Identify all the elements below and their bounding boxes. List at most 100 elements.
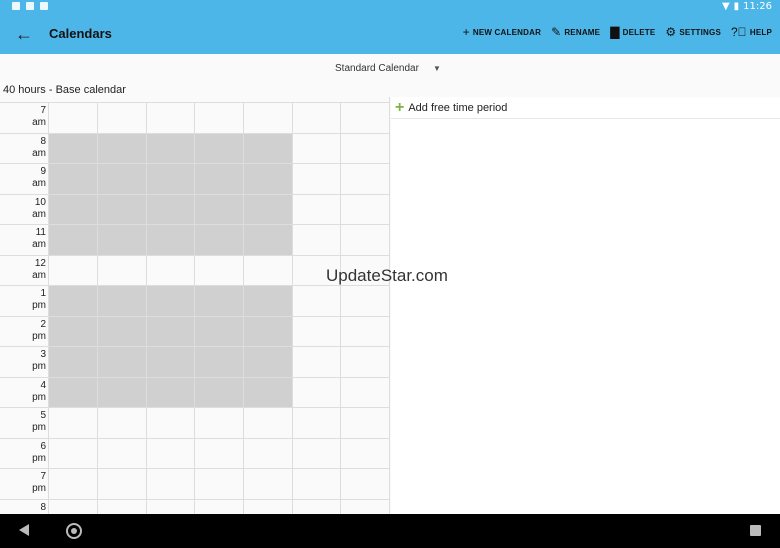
nav-home-icon[interactable] xyxy=(66,523,82,539)
grid-cell[interactable] xyxy=(146,164,196,194)
rename-button[interactable]: ✎ RENAME xyxy=(551,26,600,38)
grid-cell[interactable] xyxy=(194,225,244,255)
grid-cell[interactable] xyxy=(146,225,196,255)
grid-cell[interactable] xyxy=(97,469,146,499)
grid-cell[interactable] xyxy=(97,225,147,255)
grid-cell[interactable] xyxy=(146,377,196,407)
grid-cell[interactable] xyxy=(48,255,97,285)
grid-cell[interactable] xyxy=(146,316,196,346)
grid-cell[interactable] xyxy=(194,164,244,194)
grid-cell[interactable] xyxy=(194,347,244,377)
settings-button[interactable]: ⚙ SETTINGS xyxy=(665,26,721,38)
grid-cell[interactable] xyxy=(97,103,146,133)
grid-cell[interactable] xyxy=(48,164,98,194)
grid-cell[interactable] xyxy=(146,499,195,514)
grid-cell[interactable] xyxy=(243,164,292,194)
grid-cell[interactable] xyxy=(340,316,389,346)
grid-cell[interactable] xyxy=(292,316,341,346)
grid-cell[interactable] xyxy=(243,225,292,255)
grid-cell[interactable] xyxy=(243,469,292,499)
grid-cell[interactable] xyxy=(292,347,341,377)
grid-cell[interactable] xyxy=(97,133,147,163)
delete-button[interactable]: ▇ DELETE xyxy=(610,26,655,38)
grid-cell[interactable] xyxy=(97,408,146,438)
grid-cell[interactable] xyxy=(48,133,98,163)
grid-cell[interactable] xyxy=(243,499,292,514)
grid-cell[interactable] xyxy=(340,103,389,133)
grid-cell[interactable] xyxy=(194,316,244,346)
grid-cell[interactable] xyxy=(194,499,243,514)
help-button[interactable]: ?⃝ HELP xyxy=(731,26,772,38)
nav-recents-icon[interactable] xyxy=(750,525,761,536)
grid-cell[interactable] xyxy=(292,133,341,163)
grid-cell[interactable] xyxy=(340,286,389,316)
grid-cell[interactable] xyxy=(194,133,244,163)
grid-cell[interactable] xyxy=(97,164,147,194)
grid-cell[interactable] xyxy=(146,408,195,438)
grid-cell[interactable] xyxy=(243,377,292,407)
grid-cell[interactable] xyxy=(146,255,195,285)
grid-cell[interactable] xyxy=(243,286,292,316)
grid-cell[interactable] xyxy=(292,286,341,316)
nav-back-icon[interactable] xyxy=(19,524,29,536)
grid-cell[interactable] xyxy=(97,377,147,407)
grid-cell[interactable] xyxy=(146,194,196,224)
grid-cell[interactable] xyxy=(48,408,97,438)
back-arrow-icon[interactable]: ← xyxy=(12,22,36,46)
grid-cell[interactable] xyxy=(146,347,196,377)
grid-cell[interactable] xyxy=(48,286,98,316)
grid-cell[interactable] xyxy=(243,194,292,224)
grid-cell[interactable] xyxy=(340,225,389,255)
grid-cell[interactable] xyxy=(292,194,341,224)
grid-cell[interactable] xyxy=(146,469,195,499)
grid-cell[interactable] xyxy=(243,438,292,468)
grid-cell[interactable] xyxy=(292,438,341,468)
grid-cell[interactable] xyxy=(292,164,341,194)
grid-cell[interactable] xyxy=(243,408,292,438)
new-calendar-button[interactable]: + NEW CALENDAR xyxy=(463,26,541,38)
grid-cell[interactable] xyxy=(194,255,243,285)
time-grid[interactable]: am 7am8am9am10am11am12am1pm2pm3pm4pm5pm6… xyxy=(0,97,390,514)
grid-cell[interactable] xyxy=(146,103,195,133)
calendar-select[interactable]: Standard Calendar ▼ xyxy=(335,63,441,74)
grid-cell[interactable] xyxy=(340,499,389,514)
grid-cell[interactable] xyxy=(48,438,97,468)
grid-cell[interactable] xyxy=(194,438,243,468)
grid-cell[interactable] xyxy=(48,103,97,133)
grid-cell[interactable] xyxy=(292,103,341,133)
grid-cell[interactable] xyxy=(97,255,146,285)
grid-cell[interactable] xyxy=(194,408,243,438)
grid-cell[interactable] xyxy=(243,133,292,163)
grid-cell[interactable] xyxy=(48,377,98,407)
grid-cell[interactable] xyxy=(340,347,389,377)
grid-cell[interactable] xyxy=(340,377,389,407)
grid-cell[interactable] xyxy=(97,286,147,316)
grid-cell[interactable] xyxy=(97,347,147,377)
grid-cell[interactable] xyxy=(340,164,389,194)
grid-cell[interactable] xyxy=(48,499,97,514)
grid-cell[interactable] xyxy=(292,408,341,438)
grid-cell[interactable] xyxy=(194,469,243,499)
grid-cell[interactable] xyxy=(97,316,147,346)
grid-cell[interactable] xyxy=(194,286,244,316)
grid-cell[interactable] xyxy=(194,103,243,133)
grid-cell[interactable] xyxy=(243,316,292,346)
grid-cell[interactable] xyxy=(146,438,195,468)
grid-cell[interactable] xyxy=(48,225,98,255)
grid-cell[interactable] xyxy=(340,438,389,468)
grid-cell[interactable] xyxy=(48,347,98,377)
grid-cell[interactable] xyxy=(243,347,292,377)
grid-cell[interactable] xyxy=(340,408,389,438)
grid-cell[interactable] xyxy=(146,286,196,316)
grid-cell[interactable] xyxy=(48,469,97,499)
grid-cell[interactable] xyxy=(292,469,341,499)
grid-cell[interactable] xyxy=(146,133,196,163)
grid-cell[interactable] xyxy=(97,438,146,468)
grid-cell[interactable] xyxy=(340,469,389,499)
grid-cell[interactable] xyxy=(97,499,146,514)
grid-cell[interactable] xyxy=(194,194,244,224)
add-free-time-button[interactable]: + Add free time period xyxy=(395,100,507,116)
grid-cell[interactable] xyxy=(340,194,389,224)
grid-cell[interactable] xyxy=(292,225,341,255)
grid-cell[interactable] xyxy=(48,194,98,224)
